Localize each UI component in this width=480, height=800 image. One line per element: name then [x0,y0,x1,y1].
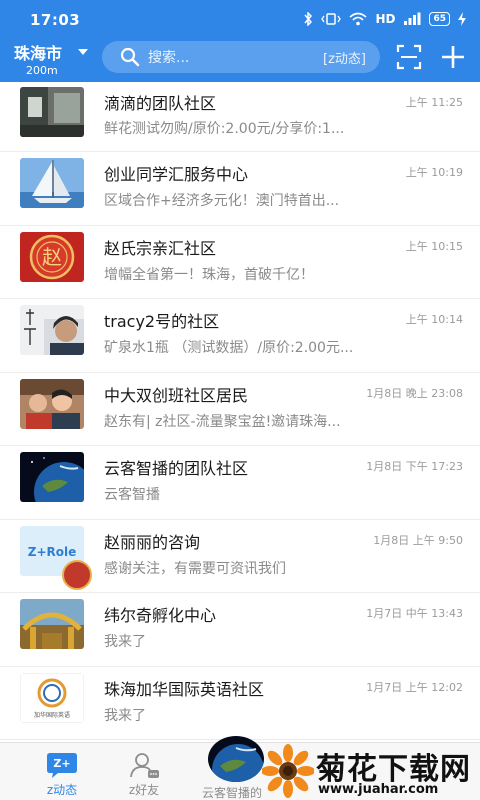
conversation-time: 上午 10:14 [405,313,463,326]
conversation-time: 1月8日 下午 17:23 [366,460,463,473]
tab-z-friends[interactable]: z好友 [94,743,194,800]
avatar-badge [62,559,92,590]
conversation-time: 1月7日 中午 13:43 [366,607,463,620]
conversation-time: 1月7日 上午 12:02 [366,680,463,694]
conversation-title: 云客智播的团队社区 [104,459,249,478]
app-header: 17:03 HD 65 珠海市 200m 搜索... [z动态] [0,0,480,82]
conversation-title: 赵丽丽的咨询 [104,532,201,552]
flower-logo-icon [262,744,314,798]
search-scope-tag[interactable]: [z动态] [323,48,366,67]
avatar [20,305,84,355]
conversation-time: 上午 10:19 [405,166,463,179]
list-item[interactable]: 滴滴的团队社区 上午 11:25 鲜花测试勿购/原价:2.00元/分享价:1..… [0,82,480,152]
plus-icon[interactable] [440,44,466,70]
list-item[interactable]: 创业同学汇服务中心 上午 10:19 区域合作+经济多元化！澳门特首出... [0,152,480,226]
avatar-text: 赵 [42,245,62,269]
avatar [20,378,84,429]
search-bar[interactable]: 搜索... [z动态] [102,41,380,73]
tab-label: z好友 [128,783,160,797]
scan-icon[interactable] [396,44,422,70]
conversation-title: 中大双创班社区居民 [104,385,249,405]
conversation-preview: 感谢关注，有需要可资讯我们 [104,560,286,577]
list-item[interactable]: 纬尔奇孵化中心 1月7日 中午 13:43 我来了 [0,593,480,667]
conversation-time: 上午 10:15 [405,239,463,253]
conversation-list: 滴滴的团队社区 上午 11:25 鲜花测试勿购/原价:2.00元/分享价:1..… [0,82,480,740]
status-icons: HD 65 [303,10,466,28]
avatar-text: 加华国际英语 [34,711,70,719]
avatar [20,87,84,137]
chevron-down-icon [78,49,88,55]
avatar [20,158,84,208]
z-icon-text: Z+ [53,757,70,770]
status-time: 17:03 [30,11,81,29]
list-item[interactable]: 加华国际英语 珠海加华国际英语社区 1月7日 上午 12:02 我来了 [0,667,480,740]
conversation-title: 纬尔奇孵化中心 [104,606,217,625]
conversation-time: 1月8日 上午 9:50 [373,533,463,547]
list-item[interactable]: 中大双创班社区居民 1月8日 晚上 23:08 赵东有| z社区-流量聚宝盆!邀… [0,373,480,446]
battery-icon: 65 [429,12,450,26]
conversation-title: 创业同学汇服务中心 [104,165,249,184]
list-item[interactable]: Z+Role 赵丽丽的咨询 1月8日 上午 9:50 感谢关注，有需要可资讯我们 [0,520,480,593]
wifi-icon [349,12,367,26]
conversation-time: 1月8日 晚上 23:08 [366,386,463,400]
list-item[interactable]: 云客智播的团队社区 1月8日 下午 17:23 云客智播 [0,446,480,520]
vibrate-icon [321,12,342,26]
conversation-preview: 赵东有| z社区-流量聚宝盆!邀请珠海... [104,413,341,430]
charging-icon [458,12,466,26]
avatar [20,452,84,502]
status-bar: 17:03 HD 65 [0,0,480,36]
conversation-preview: 云客智播 [104,487,160,503]
city-name: 珠海市 [14,44,63,63]
top-bar: 珠海市 200m 搜索... [z动态] [0,36,480,82]
conversation-preview: 区域合作+经济多元化！澳门特首出... [104,193,340,209]
avatar: 赵 [20,231,84,282]
avatar: 加华国际英语 [20,672,84,723]
friends-icon [130,753,159,778]
conversation-title: 珠海加华国际英语社区 [104,679,265,699]
conversation-title: 滴滴的团队社区 [104,94,217,113]
battery-level: 65 [433,14,446,24]
list-item[interactable]: 赵 赵氏宗亲汇社区 上午 10:15 增幅全省第一！珠海，首破千亿！ [0,226,480,299]
conversation-time: 上午 11:25 [405,96,463,109]
city-distance: 200m [26,64,58,77]
conversation-title: 赵氏宗亲汇社区 [104,238,217,258]
conversation-preview: 我来了 [104,707,146,724]
list-item[interactable]: tracy2号的社区 上午 10:14 矿泉水1瓶 （测试数据）/原价:2.00… [0,299,480,373]
avatar-text: Z+Role [28,545,77,559]
conversation-preview: 我来了 [104,634,146,650]
z-dynamic-icon: Z+ [47,753,77,778]
conversation-preview: 鲜花测试勿购/原价:2.00元/分享价:1... [104,121,345,137]
conversation-title: tracy2号的社区 [104,312,220,331]
bluetooth-icon [303,12,313,26]
conversation-preview: 增幅全省第一！珠海，首破千亿！ [104,266,314,283]
signal-icon [403,12,421,26]
watermark-url: www.juahar.com [318,782,439,797]
network-type: HD [375,12,396,26]
watermark: 菊花下载网 www.juahar.com [262,742,480,800]
conversation-preview: 矿泉水1瓶 （测试数据）/原价:2.00元... [104,340,354,356]
search-icon [120,47,140,67]
tab-cloud-broadcast-avatar[interactable] [208,736,264,782]
search-input[interactable]: 搜索... [148,47,323,67]
avatar [20,599,84,649]
city-selector[interactable]: 珠海市 200m [14,40,94,77]
